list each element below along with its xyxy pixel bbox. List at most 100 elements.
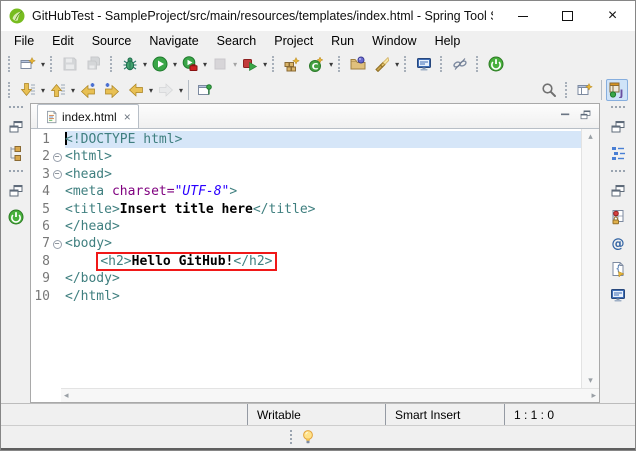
- dropdown-arrow[interactable]: ▾: [395, 60, 399, 69]
- dropdown-arrow[interactable]: ▾: [329, 60, 333, 69]
- code-text[interactable]: <title>Insert title here</title>: [65, 201, 581, 218]
- maximize-button[interactable]: [545, 1, 590, 31]
- code-text[interactable]: <html>: [65, 148, 581, 165]
- strip-handle[interactable]: [8, 170, 23, 174]
- previous-annotation-button[interactable]: [46, 78, 70, 102]
- link-with-editor-button[interactable]: [448, 52, 472, 76]
- spring-boot-button[interactable]: [484, 52, 508, 76]
- toolbar-handle[interactable]: [110, 56, 114, 72]
- gutter[interactable]: 3−: [31, 165, 65, 184]
- dropdown-arrow[interactable]: ▾: [143, 60, 147, 69]
- boot-dashboard-button[interactable]: [6, 208, 26, 226]
- menu-item-source[interactable]: Source: [83, 32, 141, 50]
- run-external-tools-button[interactable]: [178, 52, 202, 76]
- toolbar-handle[interactable]: [440, 56, 444, 72]
- strip-handle[interactable]: [610, 106, 625, 110]
- gutter[interactable]: 7−: [31, 235, 65, 253]
- console-view-button[interactable]: [608, 286, 628, 304]
- dropdown-arrow[interactable]: ▾: [263, 60, 267, 69]
- fold-marker-icon[interactable]: −: [52, 239, 62, 249]
- toolbar-handle[interactable]: [272, 56, 276, 72]
- gutter[interactable]: 9: [31, 270, 65, 288]
- gutter[interactable]: 10: [31, 287, 65, 306]
- toolbar-handle[interactable]: [338, 56, 342, 72]
- toolbar-handle[interactable]: [8, 56, 12, 72]
- horizontal-scrollbar[interactable]: ◂ ▸: [61, 388, 599, 402]
- menu-item-run[interactable]: Run: [322, 32, 363, 50]
- strip-handle[interactable]: [610, 170, 625, 174]
- declaration-view-button[interactable]: {: [608, 260, 628, 278]
- search-button[interactable]: [537, 78, 561, 102]
- code-text[interactable]: </html>: [65, 288, 581, 305]
- menu-item-project[interactable]: Project: [265, 32, 322, 50]
- debug-button[interactable]: [118, 52, 142, 76]
- next-edit-location-button[interactable]: [100, 78, 124, 102]
- new-java-class-button[interactable]: C: [304, 52, 328, 76]
- menu-item-file[interactable]: File: [5, 32, 43, 50]
- tray-handle[interactable]: [290, 430, 294, 444]
- code-text[interactable]: </head>: [65, 218, 581, 235]
- gutter[interactable]: 4: [31, 183, 65, 201]
- fold-marker-icon[interactable]: −: [52, 152, 62, 162]
- open-perspective-button[interactable]: [573, 78, 597, 102]
- tab-close-icon[interactable]: ×: [124, 110, 131, 124]
- source-code[interactable]: 1 <!DOCTYPE html> 2− <html> 3− <head> 4 <meta c…: [31, 129, 581, 388]
- servers-view-button[interactable]: [608, 208, 628, 226]
- run-button[interactable]: [148, 52, 172, 76]
- minimize-view-icon[interactable]: [559, 109, 572, 121]
- dropdown-arrow[interactable]: ▾: [41, 86, 45, 95]
- maximize-view-icon[interactable]: [579, 109, 592, 121]
- dropdown-arrow[interactable]: ▾: [41, 60, 45, 69]
- gutter[interactable]: 8: [31, 252, 65, 271]
- open-type-button[interactable]: [346, 52, 370, 76]
- tab-index-html[interactable]: index.html ×: [37, 104, 139, 128]
- search-torch-button[interactable]: [370, 52, 394, 76]
- package-explorer-button[interactable]: [6, 144, 26, 162]
- dropdown-arrow[interactable]: ▾: [71, 86, 75, 95]
- java-perspective-button[interactable]: J: [606, 79, 628, 101]
- gutter[interactable]: 1: [31, 131, 65, 149]
- scroll-left-arrow[interactable]: ◂: [64, 390, 69, 401]
- scroll-up-arrow[interactable]: ▴: [588, 131, 593, 142]
- menu-item-window[interactable]: Window: [363, 32, 425, 50]
- code-text[interactable]: <h2>Hello GitHub!</h2>: [65, 251, 581, 271]
- relaunch-button[interactable]: [238, 52, 262, 76]
- menu-item-search[interactable]: Search: [208, 32, 266, 50]
- scroll-down-arrow[interactable]: ▾: [588, 375, 593, 386]
- toolbar-handle[interactable]: [476, 56, 480, 72]
- menu-item-navigate[interactable]: Navigate: [140, 32, 207, 50]
- fold-marker-icon[interactable]: −: [52, 170, 62, 180]
- strip-handle[interactable]: [8, 106, 23, 110]
- dropdown-arrow[interactable]: ▾: [179, 86, 183, 95]
- dropdown-arrow[interactable]: ▾: [149, 86, 153, 95]
- dropdown-arrow[interactable]: ▾: [203, 60, 207, 69]
- next-annotation-button[interactable]: [16, 78, 40, 102]
- back-button[interactable]: [124, 78, 148, 102]
- gutter[interactable]: 5: [31, 200, 65, 219]
- scroll-right-arrow[interactable]: ▸: [591, 390, 596, 401]
- outline-view-button[interactable]: [608, 144, 628, 162]
- javadoc-view-button[interactable]: @: [608, 234, 628, 252]
- restore-view-button[interactable]: [6, 118, 26, 136]
- minimize-button[interactable]: [500, 1, 545, 31]
- open-console-button[interactable]: [412, 52, 436, 76]
- gutter[interactable]: 6: [31, 218, 65, 236]
- pin-editor-button[interactable]: [193, 78, 217, 102]
- code-text[interactable]: <meta charset="UTF-8">: [65, 183, 581, 200]
- code-text[interactable]: <!DOCTYPE html>: [65, 131, 581, 149]
- code-text[interactable]: <body>: [65, 235, 581, 252]
- menu-item-help[interactable]: Help: [426, 32, 470, 50]
- last-edit-location-button[interactable]: [76, 78, 100, 102]
- new-wizard-button[interactable]: [16, 52, 40, 76]
- code-text[interactable]: </body>: [65, 270, 581, 287]
- toolbar-handle[interactable]: [565, 82, 569, 98]
- restore-view-button[interactable]: [608, 182, 628, 200]
- toolbar-handle[interactable]: [8, 82, 12, 98]
- new-java-project-button[interactable]: [280, 52, 304, 76]
- gutter[interactable]: 2−: [31, 148, 65, 166]
- code-text[interactable]: <head>: [65, 166, 581, 183]
- lightbulb-icon[interactable]: [300, 429, 316, 445]
- dropdown-arrow[interactable]: ▾: [173, 60, 177, 69]
- close-button[interactable]: ×: [590, 1, 635, 31]
- toolbar-handle[interactable]: [50, 56, 54, 72]
